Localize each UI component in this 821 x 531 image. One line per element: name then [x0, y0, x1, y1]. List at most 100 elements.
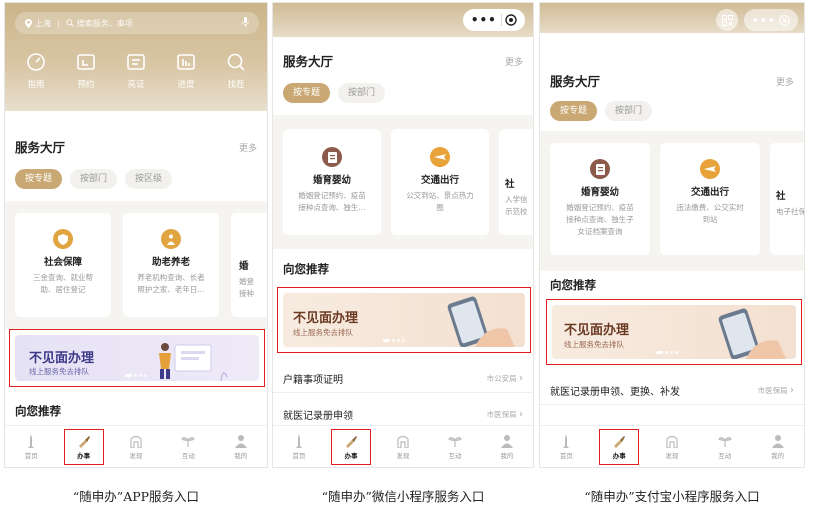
quick-booking[interactable]: 预约 — [64, 51, 108, 90]
tab-discover[interactable]: 发现 — [383, 429, 423, 465]
quick-progress[interactable]: 进度 — [164, 51, 208, 90]
card-desc: 违法缴费、公交实时 到站 — [660, 202, 760, 226]
more-dots-icon[interactable]: ••• — [752, 14, 776, 27]
alipay-miniprogram-screenshot: ••• 服务大厅 更多 按专题 按部门 婚育婴幼 婚姻登记预约、疫苗 接种点查询… — [539, 2, 805, 468]
card-desc: 婚姻登记预约、疫苗 接种点查询、独生子 女证档案查询 — [550, 202, 650, 238]
bottom-tabbar: 首页 办事 发现 互动 我的 — [540, 425, 804, 467]
list-item[interactable]: 就医记录册申领、更换、补发 市医保局 › — [540, 375, 804, 405]
recommend-title: 向您推荐 — [283, 262, 329, 276]
airplane-icon — [430, 147, 450, 167]
tab-services[interactable]: 办事 — [599, 428, 640, 465]
tab-interact[interactable]: 互动 — [705, 429, 745, 465]
gate-icon — [130, 435, 142, 448]
quick-show-id[interactable]: 亮证 — [114, 51, 158, 90]
card-desc: 婚登 接种 — [239, 276, 267, 300]
phone-in-hand-illustration — [718, 308, 786, 359]
quick-guide[interactable]: 指南 — [14, 51, 58, 90]
quick-find[interactable]: 找茬 — [214, 51, 258, 90]
search-input[interactable]: 搜索服务、事项 — [66, 18, 133, 29]
microphone-icon[interactable] — [242, 17, 249, 29]
service-card[interactable]: 交通出行 公交到站、景点热力 图 — [391, 129, 489, 235]
search-bar[interactable]: 上海 | 搜索服务、事项 — [15, 12, 259, 34]
location-selector[interactable]: 上海 — [25, 18, 51, 29]
tab-interact-label: 互动 — [448, 451, 462, 460]
tab-interact[interactable]: 互动 — [168, 429, 208, 465]
tab-interact[interactable]: 互动 — [435, 429, 475, 465]
tab-by-topic[interactable]: 按专题 — [283, 83, 331, 103]
tab-mine[interactable]: 我的 — [221, 429, 261, 465]
category-tabs: 按专题 按部门 — [550, 101, 653, 121]
tab-discover[interactable]: 发现 — [652, 429, 692, 465]
quick-progress-label: 进度 — [177, 80, 195, 90]
promo-banner[interactable]: 不见面办理 线上服务免去排队 — [283, 293, 525, 347]
close-target-icon[interactable] — [505, 11, 517, 30]
tab-services[interactable]: 办事 — [63, 428, 104, 465]
promo-banner[interactable]: 不见面办理 线上服务免去排队 — [552, 305, 796, 359]
tab-discover[interactable]: 发现 — [116, 429, 156, 465]
service-card[interactable]: 社会保障 三金查询、就业帮 助、居住登记 — [15, 213, 111, 317]
flower-icon — [448, 436, 462, 447]
close-icon[interactable] — [779, 11, 791, 30]
tab-home[interactable]: 首页 — [279, 429, 319, 465]
service-card[interactable]: 婚育婴幼 婚姻登记预约、疫苗 接种点查询、独生... — [283, 129, 381, 235]
more-link[interactable]: 更多 — [776, 75, 794, 88]
banner-subtitle: 线上服务免去排队 — [293, 328, 353, 337]
card-desc-line: 婚登 — [239, 277, 254, 286]
service-card[interactable]: 婚 婚登 接种 — [231, 213, 267, 317]
banner-title: 不见面办理 — [29, 351, 95, 366]
recommend-title: 向您推荐 — [15, 404, 61, 418]
gate-icon — [397, 435, 409, 448]
search-divider: | — [57, 18, 60, 28]
wechat-miniprogram-screenshot: ••• 服务大厅 更多 按专题 按部门 婚育婴幼 婚姻登记预约、疫苗 接种点查询… — [272, 2, 534, 468]
more-link[interactable]: 更多 — [239, 141, 257, 154]
quick-find-label: 找茬 — [227, 80, 245, 90]
service-card[interactable]: 社 入学信 示范校 — [499, 129, 533, 235]
elderly-icon — [161, 229, 181, 249]
card-desc-line: 接种点查询、独生子 — [566, 215, 634, 224]
service-card[interactable]: 交通出行 违法缴费、公交实时 到站 — [660, 143, 760, 255]
tab-home[interactable]: 首页 — [11, 429, 51, 465]
card-title: 社会保障 — [43, 257, 82, 268]
service-card[interactable]: 社 电子社保 — [770, 143, 805, 255]
card-title: 助老养老 — [151, 257, 190, 268]
tab-mine[interactable]: 我的 — [758, 429, 798, 465]
tab-home[interactable]: 首页 — [546, 429, 586, 465]
tab-home-label: 首页 — [24, 451, 38, 460]
tab-discover-label: 发现 — [396, 451, 410, 460]
tab-by-department[interactable]: 按部门 — [70, 169, 118, 189]
tab-by-district[interactable]: 按区级 — [125, 169, 173, 189]
banner-illustration — [159, 343, 228, 381]
brush-icon — [614, 435, 626, 448]
tab-mine[interactable]: 我的 — [487, 429, 527, 465]
tab-by-department[interactable]: 按部门 — [605, 101, 653, 121]
user-icon — [771, 434, 784, 448]
card-desc-line: 电子社保 — [776, 207, 805, 216]
tab-discover-label: 发现 — [665, 451, 679, 460]
location-pin-icon — [25, 18, 32, 28]
tab-by-department[interactable]: 按部门 — [338, 83, 386, 103]
home-icon — [563, 433, 570, 448]
promo-banner[interactable]: 不见面办理 线上服务免去排队 — [15, 335, 259, 381]
shield-icon — [53, 229, 73, 249]
tab-mine-label: 我的 — [500, 451, 514, 460]
list-item-department: 市公安局 › — [486, 373, 523, 384]
quick-booking-label: 预约 — [77, 80, 95, 90]
carousel-indicator — [125, 374, 147, 377]
tab-services[interactable]: 办事 — [331, 428, 371, 465]
scan-icon[interactable] — [716, 9, 738, 31]
more-link[interactable]: 更多 — [505, 55, 523, 68]
app-screenshot: 上海 | 搜索服务、事项 指南 预约 亮证 进度 找茬 服务大厅 更多 按专题 … — [4, 2, 268, 468]
quick-show-id-label: 亮证 — [127, 80, 145, 90]
list-item[interactable]: 户籍事项证明 市公安局 › — [273, 363, 533, 393]
banner-title: 不见面办理 — [293, 311, 359, 326]
tab-by-topic[interactable]: 按专题 — [550, 101, 598, 121]
service-card[interactable]: 婚育婴幼 婚姻登记预约、疫苗 接种点查询、独生子 女证档案查询 — [550, 143, 650, 255]
more-dots-icon[interactable]: ••• — [471, 13, 497, 27]
service-cards-area: 婚育婴幼 婚姻登记预约、疫苗 接种点查询、独生... 交通出行 公交到站、景点热… — [273, 115, 533, 249]
tab-home-label: 首页 — [292, 451, 306, 460]
banner-title: 不见面办理 — [564, 323, 630, 338]
card-desc-line: 养老机构查询、长者 — [137, 273, 205, 282]
card-desc-line: 接种点查询、独生... — [298, 203, 366, 212]
tab-by-topic[interactable]: 按专题 — [15, 169, 63, 189]
service-card[interactable]: 助老养老 养老机构查询、长者 照护之家、老年日... — [123, 213, 219, 317]
